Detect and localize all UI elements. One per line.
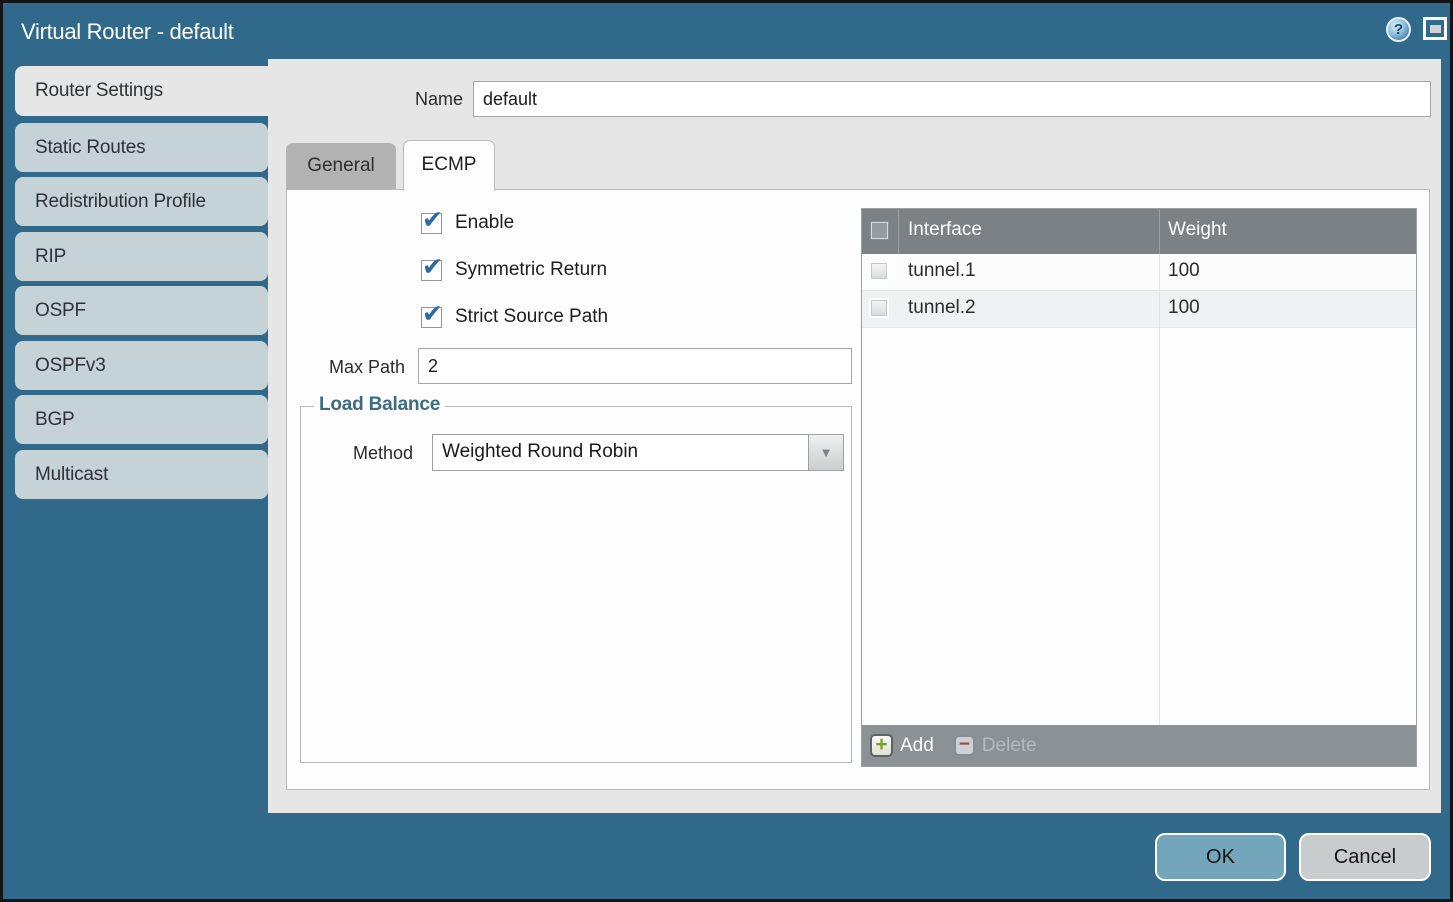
checkmark-icon: ✔ [422, 205, 443, 235]
plus-icon: + [870, 734, 893, 757]
interface-column-header: Interface [908, 219, 982, 241]
method-label: Method [347, 443, 413, 464]
max-path-input[interactable] [418, 348, 852, 384]
sidebar-item-bgp[interactable]: BGP [15, 395, 268, 444]
column-divider [1159, 254, 1160, 727]
minus-icon: − [954, 735, 975, 756]
cancel-button[interactable]: Cancel [1299, 833, 1431, 881]
ecmp-panel: ✔ Enable ✔ Symmetric Return ✔ Strict Sou… [286, 189, 1430, 790]
row-checkbox[interactable] [871, 263, 887, 279]
chevron-down-icon[interactable]: ▼ [808, 435, 843, 470]
window-icon[interactable] [1423, 17, 1447, 40]
interface-cell: tunnel.2 [908, 297, 976, 319]
header-divider [1159, 209, 1160, 254]
table-row[interactable]: tunnel.2 100 [862, 291, 1416, 328]
enable-checkbox[interactable]: ✔ [421, 213, 442, 234]
virtual-router-dialog: Virtual Router - default ? Router Settin… [0, 0, 1453, 902]
enable-label: Enable [455, 212, 514, 234]
sidebar-item-ospf[interactable]: OSPF [15, 286, 268, 335]
tab-ecmp[interactable]: ECMP [403, 140, 495, 191]
enable-checkbox-row: ✔ Enable [421, 212, 514, 234]
strict-source-path-checkbox-row: ✔ Strict Source Path [421, 306, 608, 328]
sidebar-item-router-settings[interactable]: Router Settings [15, 66, 271, 116]
name-input[interactable] [473, 81, 1431, 117]
sidebar-item-redistribution-profile[interactable]: Redistribution Profile [15, 177, 268, 226]
checkmark-icon: ✔ [422, 299, 443, 329]
select-all-checkbox[interactable] [871, 222, 888, 239]
method-value: Weighted Round Robin [433, 435, 808, 470]
tab-general[interactable]: General [286, 143, 396, 189]
table-header: Interface Weight [862, 209, 1416, 254]
dialog-title: Virtual Router - default [21, 19, 234, 45]
symmetric-return-checkbox[interactable]: ✔ [421, 260, 442, 281]
load-balance-legend: Load Balance [314, 394, 445, 416]
weight-cell: 100 [1168, 260, 1200, 282]
strict-source-path-checkbox[interactable]: ✔ [421, 307, 442, 328]
row-checkbox[interactable] [871, 300, 887, 316]
help-icon[interactable]: ? [1386, 17, 1411, 42]
table-row[interactable]: tunnel.1 100 [862, 254, 1416, 291]
load-balance-group: Load Balance Method Weighted Round Robin… [300, 406, 852, 763]
sidebar-item-static-routes[interactable]: Static Routes [15, 123, 268, 172]
sidebar-item-multicast[interactable]: Multicast [15, 450, 268, 499]
max-path-label: Max Path [299, 357, 405, 378]
sidebar-item-ospfv3[interactable]: OSPFv3 [15, 341, 268, 390]
ok-button[interactable]: OK [1155, 833, 1286, 881]
name-label: Name [358, 89, 463, 110]
strict-source-path-label: Strict Source Path [455, 306, 608, 328]
sidebar-item-rip[interactable]: RIP [15, 232, 268, 281]
title-bar: Virtual Router - default ? [6, 6, 1447, 59]
table-footer: + Add − Delete [862, 725, 1416, 766]
delete-button[interactable]: − Delete [954, 735, 1037, 757]
interface-table: Interface Weight tunnel.1 100 tunnel.2 1… [861, 208, 1417, 767]
weight-column-header: Weight [1168, 219, 1227, 241]
add-button[interactable]: + Add [870, 734, 934, 757]
interface-cell: tunnel.1 [908, 260, 976, 282]
weight-cell: 100 [1168, 297, 1200, 319]
symmetric-return-checkbox-row: ✔ Symmetric Return [421, 259, 607, 281]
checkmark-icon: ✔ [422, 252, 443, 282]
symmetric-return-label: Symmetric Return [455, 259, 607, 281]
window-icon-inner [1430, 25, 1441, 33]
header-divider [898, 209, 899, 254]
method-dropdown[interactable]: Weighted Round Robin ▼ [432, 434, 844, 471]
